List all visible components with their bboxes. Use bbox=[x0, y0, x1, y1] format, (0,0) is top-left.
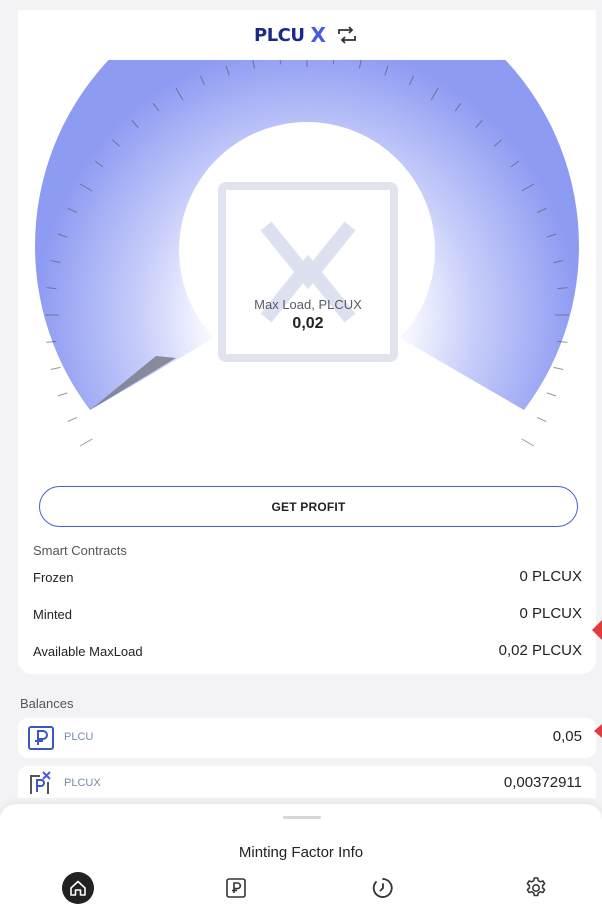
center-logo-frame bbox=[218, 182, 398, 362]
gauge-tick bbox=[521, 438, 535, 447]
max-load-label: Max Load, PLCUX bbox=[254, 297, 362, 312]
frozen-label: Frozen bbox=[33, 570, 74, 585]
logo-x: X bbox=[310, 23, 326, 47]
smart-contracts-title: Smart Contracts bbox=[33, 543, 127, 558]
minting-factor-info-title[interactable]: Minting Factor Info bbox=[0, 844, 602, 861]
available-maxload-label: Available MaxLoad bbox=[33, 644, 143, 659]
annotation-arrow bbox=[594, 724, 602, 738]
nav-history[interactable] bbox=[367, 872, 399, 904]
frozen-value: 0 PLCUX bbox=[519, 568, 582, 585]
plcu-coin-icon bbox=[28, 726, 54, 750]
nav-home[interactable] bbox=[62, 872, 94, 904]
logo-text: PLCU bbox=[254, 24, 305, 46]
gauge-tick bbox=[50, 366, 61, 370]
gauge-tick bbox=[57, 392, 68, 397]
gauge-tick bbox=[537, 417, 547, 423]
max-load-value: 0,02 bbox=[292, 315, 324, 332]
gauge-tick bbox=[67, 417, 77, 423]
swap-arrows-icon[interactable] bbox=[336, 25, 358, 45]
balance-value: 0,00372911 bbox=[503, 774, 582, 791]
balance-value: 0,05 bbox=[552, 728, 582, 745]
gauge-tick bbox=[79, 438, 93, 447]
gauge-tick bbox=[553, 366, 564, 370]
history-icon bbox=[372, 878, 393, 898]
gauge-tick bbox=[546, 392, 557, 397]
minted-value: 0 PLCUX bbox=[519, 605, 582, 622]
balances-title: Balances bbox=[20, 696, 74, 711]
plcu-card-icon bbox=[226, 878, 246, 898]
sheet-drag-handle[interactable] bbox=[283, 816, 321, 819]
available-maxload-value: 0,02 PLCUX bbox=[498, 642, 582, 659]
nav-wallet[interactable] bbox=[220, 872, 252, 904]
annotation-arrow bbox=[592, 620, 602, 640]
gear-icon bbox=[526, 877, 546, 897]
nav-settings[interactable] bbox=[520, 872, 552, 904]
app-logo: PLCU X bbox=[254, 23, 358, 47]
plcux-coin-icon bbox=[30, 771, 51, 794]
balance-name: PLCUX bbox=[64, 777, 101, 789]
home-icon bbox=[62, 872, 94, 904]
get-profit-button[interactable]: GET PROFIT bbox=[39, 486, 578, 527]
balance-row-plcu[interactable]: PLCU 0,05 bbox=[18, 718, 596, 758]
minted-label: Minted bbox=[33, 607, 73, 622]
balance-row-plcux[interactable]: PLCUX 0,00372911 bbox=[18, 766, 596, 798]
balance-name: PLCU bbox=[64, 731, 94, 743]
